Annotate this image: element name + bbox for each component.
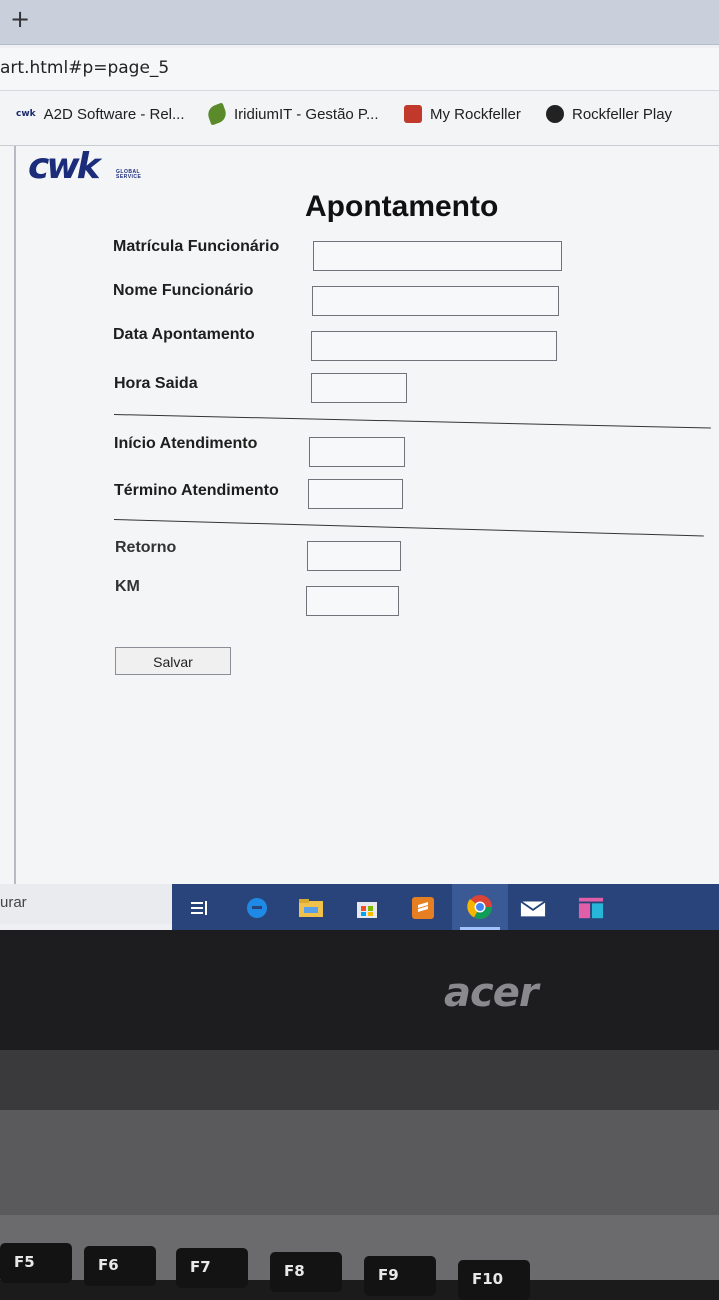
km-input[interactable] xyxy=(306,586,399,616)
termino-input[interactable] xyxy=(308,479,403,509)
page-border xyxy=(14,146,16,884)
label-matricula: Matrícula Funcionário xyxy=(113,238,280,255)
section-divider-1 xyxy=(113,414,711,429)
bookmark-label: A2D Software - Rel... xyxy=(43,105,185,123)
nome-input[interactable] xyxy=(312,286,559,316)
data-input[interactable] xyxy=(311,331,557,361)
file-explorer-icon[interactable] xyxy=(298,896,324,920)
logo-text: cwk xyxy=(28,146,101,187)
search-text[interactable]: urar xyxy=(0,894,27,911)
bookmarks-bar: cwk A2D Software - Rel... IridiumIT - Ge… xyxy=(0,91,719,146)
bookmark-rockfeller-play[interactable]: Rockfeller Play xyxy=(546,105,672,123)
store-icon[interactable] xyxy=(354,896,380,920)
new-tab-button[interactable]: + xyxy=(10,4,30,34)
inicio-input[interactable] xyxy=(309,437,405,467)
page-title: Apontamento xyxy=(305,190,499,223)
matricula-input[interactable] xyxy=(313,241,562,271)
chrome-icon[interactable] xyxy=(452,884,508,930)
key-f10: F10 xyxy=(458,1260,530,1300)
key-f9: F9 xyxy=(364,1256,436,1296)
key-f8: F8 xyxy=(270,1252,342,1292)
bookmark-label: IridiumIT - Gestão P... xyxy=(234,105,379,123)
label-nome: Nome Funcionário xyxy=(113,282,254,299)
key-f6: F6 xyxy=(84,1246,156,1286)
laptop-hinge xyxy=(0,1050,719,1110)
app-icon[interactable] xyxy=(578,896,604,920)
task-view-icon[interactable] xyxy=(186,896,212,920)
tab-strip: + xyxy=(0,0,719,45)
key-f5: F5 xyxy=(0,1243,72,1283)
label-inicio: Início Atendimento xyxy=(114,435,258,452)
globe-icon xyxy=(546,105,564,123)
label-retorno: Retorno xyxy=(115,539,177,556)
bookmark-my-rockfeller[interactable]: My Rockfeller xyxy=(404,105,521,123)
taskbar xyxy=(172,884,719,930)
bookmark-a2d[interactable]: cwk A2D Software - Rel... xyxy=(16,105,185,123)
leaf-icon xyxy=(205,102,229,126)
page-content: cwk GLOBAL SERVICE Apontamento Matrícula… xyxy=(0,146,719,884)
edge-icon[interactable] xyxy=(244,896,270,920)
search-area[interactable]: urar xyxy=(0,884,172,924)
hora-saida-input[interactable] xyxy=(311,373,407,403)
mail-icon[interactable] xyxy=(520,896,546,920)
address-text[interactable]: art.html#p=page_5 xyxy=(0,58,169,78)
key-f7: F7 xyxy=(176,1248,248,1288)
logo-sub-line-2: SERVICE xyxy=(116,174,142,180)
laptop-bezel: acer xyxy=(0,930,719,1050)
save-button[interactable]: Salvar xyxy=(115,647,231,675)
bookmark-label: Rockfeller Play xyxy=(572,105,673,123)
cmk-icon: cwk xyxy=(16,109,36,119)
logo-subtitle: GLOBAL SERVICE xyxy=(116,170,141,180)
laptop-brand: acer xyxy=(444,970,539,1016)
company-logo: cwk GLOBAL SERVICE xyxy=(28,146,168,188)
label-hora-saida: Hora Saida xyxy=(114,375,198,392)
screen: + art.html#p=page_5 cwk A2D Software - R… xyxy=(0,0,719,930)
retorno-input[interactable] xyxy=(307,541,401,571)
bookmark-label: My Rockfeller xyxy=(430,105,521,123)
rockfeller-icon xyxy=(404,105,422,123)
section-divider-2 xyxy=(113,519,704,537)
label-termino: Término Atendimento xyxy=(114,482,279,499)
label-data: Data Apontamento xyxy=(113,326,255,343)
bookmark-iridiumit[interactable]: IridiumIT - Gestão P... xyxy=(205,102,379,126)
sublime-icon[interactable] xyxy=(410,896,436,920)
address-bar[interactable]: art.html#p=page_5 xyxy=(0,48,719,91)
label-km: KM xyxy=(115,578,140,595)
